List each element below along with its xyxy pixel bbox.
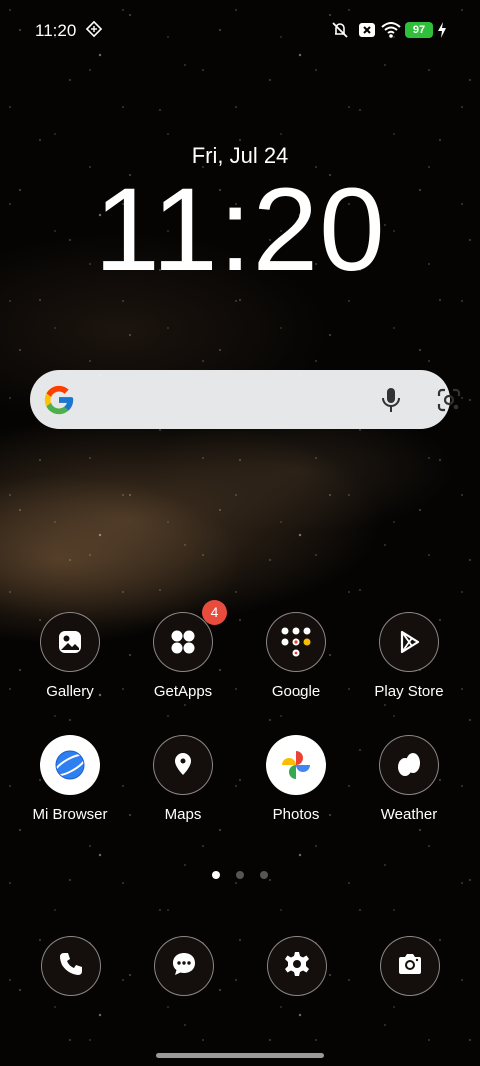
- messages-icon: [170, 950, 198, 983]
- app-label: Gallery: [46, 683, 94, 700]
- getapps-icon: 4: [153, 600, 227, 672]
- gallery-icon: [40, 612, 100, 672]
- home-gesture-bar[interactable]: [156, 1053, 324, 1058]
- google-folder-icon: [266, 612, 326, 672]
- settings-gear-icon: [283, 950, 311, 983]
- google-logo-icon: [42, 383, 76, 422]
- app-photos[interactable]: Photos: [241, 735, 351, 823]
- clock-widget[interactable]: 11:20: [0, 170, 480, 290]
- app-label: Mi Browser: [32, 806, 108, 823]
- app-folder-google[interactable]: Google: [241, 612, 351, 700]
- dock-messages[interactable]: [154, 936, 214, 996]
- notification-badge: 4: [202, 600, 227, 625]
- status-time: 11:20: [35, 21, 77, 40]
- camera-icon: [396, 950, 424, 983]
- maps-icon: [153, 735, 213, 795]
- dock-camera[interactable]: [380, 936, 440, 996]
- page-indicator[interactable]: [0, 866, 480, 884]
- page-dot: [236, 871, 244, 879]
- charging-icon: [437, 22, 447, 43]
- voice-search-icon[interactable]: [379, 386, 403, 419]
- play-store-icon: [379, 612, 439, 672]
- page-dot-active: [211, 871, 220, 879]
- app-label: GetApps: [153, 683, 213, 700]
- app-mi-browser[interactable]: Mi Browser: [15, 735, 125, 823]
- app-label: Google: [271, 683, 321, 700]
- app-label: Photos: [272, 806, 320, 823]
- app-label: Maps: [164, 806, 202, 823]
- mi-browser-icon: [40, 735, 100, 795]
- dock-settings[interactable]: [267, 936, 327, 996]
- wifi-icon: [380, 20, 402, 45]
- weather-icon: [379, 735, 439, 795]
- app-play-store[interactable]: Play Store: [354, 612, 464, 700]
- phone-icon: [57, 950, 85, 983]
- app-label: Play Store: [374, 683, 444, 700]
- app-gallery[interactable]: Gallery: [15, 612, 125, 700]
- mute-icon: [330, 20, 350, 45]
- vpn-icon: [85, 20, 103, 43]
- page-dot: [260, 871, 269, 879]
- status-bar: 11:20 97: [0, 0, 480, 62]
- app-maps[interactable]: Maps: [128, 735, 238, 823]
- app-label: Weather: [380, 806, 438, 823]
- google-lens-icon[interactable]: [436, 387, 462, 418]
- dock-phone[interactable]: [41, 936, 101, 996]
- app-weather[interactable]: Weather: [354, 735, 464, 823]
- photos-icon: [266, 735, 326, 795]
- google-search-bar[interactable]: [30, 370, 461, 429]
- battery-level: 97: [405, 22, 433, 38]
- app-getapps[interactable]: 4 GetApps: [128, 600, 238, 700]
- no-sim-icon: [357, 20, 377, 45]
